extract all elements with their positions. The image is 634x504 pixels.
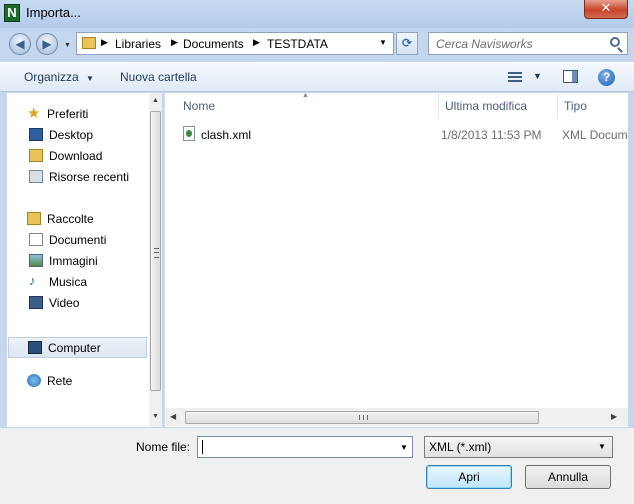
forward-button[interactable]: ▶ [36,33,58,55]
search-icon[interactable] [610,37,620,47]
address-dropdown-icon[interactable]: ▼ [379,38,387,47]
cancel-button[interactable]: Annulla [525,465,611,489]
refresh-button[interactable]: ⟳ [396,32,418,55]
column-header-label: Tipo [564,99,587,113]
sidebar-item-network[interactable]: Rete [7,371,152,391]
file-name: clash.xml [201,128,252,142]
import-dialog: N Importa... ✕ ◀ ▶ ▼ ▶ Libraries ▶ Docum… [0,0,634,504]
sidebar-item-pictures[interactable]: Immagini [7,251,152,271]
dialog-footer: Nome file: ▼ XML (*.xml) ▼ Apri Annulla [0,428,634,504]
window-title: Importa... [26,5,81,20]
filename-label: Nome file: [136,440,191,454]
breadcrumb-separator-icon[interactable]: ▶ [101,37,108,48]
sidebar-item-computer[interactable]: Computer [8,337,147,358]
file-type: XML Docum [562,128,628,142]
recent-places-icon [29,170,43,183]
breadcrumb-documents[interactable]: Documents [183,37,244,51]
change-view-icon[interactable] [508,71,522,83]
column-header-modified[interactable]: Ultima modifica [439,93,557,119]
preview-pane-icon[interactable] [563,70,578,83]
chevron-down-icon: ▼ [86,74,94,83]
filetype-value: XML (*.xml) [429,440,492,454]
open-button[interactable]: Apri [426,465,512,489]
file-row[interactable]: clash.xml 1/8/2013 11:53 PM XML Docum [175,125,634,145]
scrollbar-thumb[interactable] [150,111,161,391]
sidebar-item-label: Video [49,296,80,310]
sidebar-item-label: Rete [47,374,73,388]
breadcrumb-separator-icon[interactable]: ▶ [171,37,178,48]
sidebar-item-label: Risorse recenti [49,170,130,184]
column-header-type[interactable]: Tipo [558,93,628,119]
xml-file-icon [183,126,195,141]
libraries-icon [27,212,41,225]
sidebar-item-video[interactable]: Video [7,293,152,313]
documents-icon [29,233,43,246]
horizontal-scrollbar[interactable]: ◀ ▶ [165,408,628,426]
chevron-down-icon: ▼ [598,442,606,451]
sidebar-item-label: Computer [48,341,101,355]
scrollbar-thumb[interactable] [185,411,539,424]
file-list-pane: ▲ Nome Ultima modifica Tipo clash.xml 1/… [164,92,628,427]
computer-icon [28,341,42,354]
back-button[interactable]: ◀ [9,33,31,55]
sidebar-item-favorites[interactable]: ★ Preferiti [7,104,152,124]
sidebar-item-label: Immagini [49,254,98,268]
sidebar-item-label: Desktop [49,128,94,142]
network-icon [27,374,41,387]
search-placeholder: Cerca Navisworks [436,37,533,51]
sidebar-item-label: Download [49,149,103,163]
sidebar-item-label: Preferiti [47,107,89,121]
star-icon: ★ [27,105,41,122]
folder-icon [82,37,96,49]
breadcrumb-separator-icon[interactable]: ▶ [253,37,260,48]
breadcrumb-libraries[interactable]: Libraries [115,37,161,51]
sidebar-item-label: Musica [49,275,88,289]
scroll-up-icon[interactable]: ▲ [152,97,159,104]
help-icon[interactable]: ? [598,69,615,86]
column-header-name[interactable]: Nome [177,93,437,119]
sidebar-item-label: Raccolte [47,212,94,226]
new-folder-button[interactable]: Nuova cartella [120,70,197,84]
command-toolbar: Organizza ▼ Nuova cartella ▼ ? [0,62,634,92]
breadcrumb-testdata[interactable]: TESTDATA [267,37,328,51]
music-icon: ♪ [29,273,36,288]
address-bar[interactable]: ▶ Libraries ▶ Documents ▶ TESTDATA ▼ [76,32,394,55]
downloads-folder-icon [29,149,43,162]
navigation-pane: ★ Preferiti Desktop Download Risorse rec… [7,93,162,427]
organize-menu-button[interactable]: Organizza ▼ [24,70,94,84]
filename-dropdown-icon[interactable]: ▼ [400,443,408,452]
column-header-label: Ultima modifica [445,99,528,113]
scroll-down-icon[interactable]: ▼ [152,413,159,420]
desktop-icon [29,128,43,141]
sidebar-item-download[interactable]: Download [7,146,152,166]
navisworks-app-icon: N [4,4,20,22]
pictures-icon [29,254,43,267]
grip-icon [359,415,368,420]
sidebar-item-documents[interactable]: Documenti [7,230,152,250]
close-button[interactable]: ✕ [584,0,628,19]
scroll-left-icon[interactable]: ◀ [170,412,176,421]
text-caret [202,440,203,454]
sidebar-scrollbar[interactable]: ▲ ▼ [149,93,162,427]
filetype-select[interactable]: XML (*.xml) ▼ [424,436,613,458]
sidebar-item-music[interactable]: ♪ Musica [7,272,152,292]
filename-input[interactable]: ▼ [197,436,413,458]
history-dropdown-icon[interactable]: ▼ [64,42,71,49]
sidebar-item-libraries[interactable]: Raccolte [7,209,152,229]
views-dropdown-icon[interactable]: ▼ [533,71,542,81]
video-icon [29,296,43,309]
title-bar[interactable]: N Importa... ✕ [0,0,634,28]
sidebar-item-recent-places[interactable]: Risorse recenti [7,167,152,187]
grip-icon [154,248,159,258]
file-modified: 1/8/2013 11:53 PM [441,128,542,142]
navigation-bar: ◀ ▶ ▼ ▶ Libraries ▶ Documents ▶ TESTDATA… [0,28,634,60]
sidebar-item-label: Documenti [49,233,107,247]
column-header-label: Nome [183,99,216,113]
sidebar-item-desktop[interactable]: Desktop [7,125,152,145]
organize-label: Organizza [24,70,79,84]
search-input[interactable]: Cerca Navisworks [428,32,628,55]
scroll-right-icon[interactable]: ▶ [611,412,617,421]
